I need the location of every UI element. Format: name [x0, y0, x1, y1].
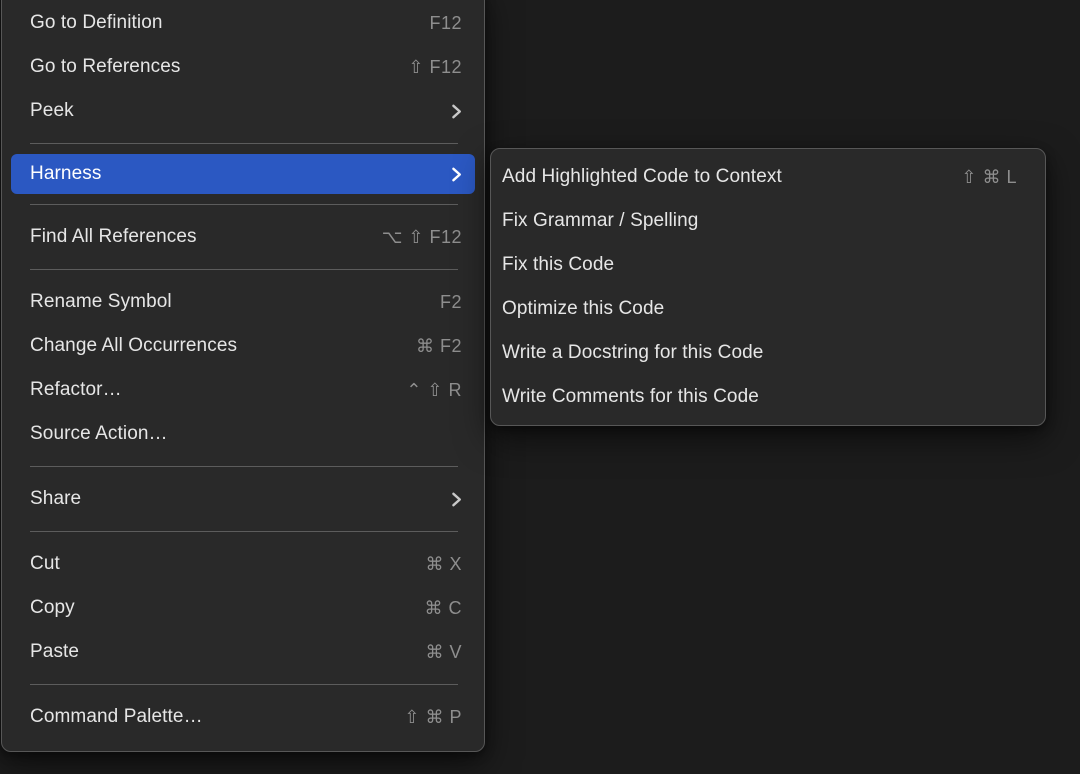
menu-separator	[30, 269, 458, 270]
menu-item-shortcut: ⌘ C	[425, 598, 463, 619]
menu-item-shortcut: ⇧ ⌘ P	[404, 707, 462, 728]
submenu-item-write-comments-for-this-code[interactable]: Write Comments for this Code	[491, 375, 1045, 419]
menu-item-change-all-occurrences[interactable]: Change All Occurrences ⌘ F2	[2, 324, 484, 368]
menu-item-label: Fix Grammar / Spelling	[502, 210, 1017, 232]
chevron-right-icon	[451, 491, 462, 508]
menu-item-label: Command Palette…	[30, 706, 390, 728]
menu-separator	[30, 531, 458, 532]
menu-item-label: Copy	[30, 597, 411, 619]
menu-item-peek[interactable]: Peek	[2, 89, 484, 133]
menu-separator	[30, 466, 458, 467]
submenu-item-fix-grammar-spelling[interactable]: Fix Grammar / Spelling	[491, 199, 1045, 243]
menu-separator	[30, 684, 458, 685]
submenu-item-optimize-this-code[interactable]: Optimize this Code	[491, 287, 1045, 331]
menu-item-label: Peek	[30, 100, 437, 122]
menu-item-source-action[interactable]: Source Action…	[2, 412, 484, 456]
context-menu: Go to Definition F12 Go to References ⇧ F12…	[1, 0, 485, 752]
menu-item-find-all-references[interactable]: Find All References ⌥ ⇧ F12	[2, 215, 484, 259]
menu-item-shortcut: ⇧ F12	[408, 57, 462, 78]
menu-item-label: Change All Occurrences	[30, 335, 402, 357]
menu-item-go-to-definition[interactable]: Go to Definition F12	[2, 1, 484, 45]
menu-item-label: Add Highlighted Code to Context	[502, 166, 947, 188]
menu-item-paste[interactable]: Paste ⌘ V	[2, 630, 484, 674]
menu-item-command-palette[interactable]: Command Palette… ⇧ ⌘ P	[2, 695, 484, 739]
menu-item-shortcut: ⌘ X	[425, 554, 462, 575]
menu-item-shortcut: ⌘ F2	[416, 336, 462, 357]
harness-submenu: Add Highlighted Code to Context ⇧ ⌘ L Fix …	[490, 148, 1046, 426]
menu-item-go-to-references[interactable]: Go to References ⇧ F12	[2, 45, 484, 89]
menu-item-label: Harness	[30, 163, 437, 185]
menu-item-shortcut: ⌥ ⇧ F12	[382, 227, 462, 248]
menu-item-label: Paste	[30, 641, 411, 663]
submenu-item-fix-this-code[interactable]: Fix this Code	[491, 243, 1045, 287]
menu-separator	[30, 143, 458, 144]
submenu-item-write-a-docstring-for-this-code[interactable]: Write a Docstring for this Code	[491, 331, 1045, 375]
menu-item-label: Optimize this Code	[502, 298, 1017, 320]
chevron-right-icon	[451, 103, 462, 120]
submenu-item-add-highlighted-code-to-context[interactable]: Add Highlighted Code to Context ⇧ ⌘ L	[491, 155, 1045, 199]
menu-item-label: Cut	[30, 553, 411, 575]
menu-item-harness[interactable]: Harness	[11, 154, 475, 194]
menu-item-label: Fix this Code	[502, 254, 1017, 276]
menu-item-label: Refactor…	[30, 379, 392, 401]
menu-item-label: Write Comments for this Code	[502, 386, 1017, 408]
menu-item-shortcut: ⇧ ⌘ L	[961, 167, 1017, 188]
menu-separator	[30, 204, 458, 205]
menu-item-share[interactable]: Share	[2, 477, 484, 521]
menu-item-cut[interactable]: Cut ⌘ X	[2, 542, 484, 586]
menu-item-shortcut: F12	[429, 13, 462, 34]
menu-item-shortcut: ⌘ V	[425, 642, 462, 663]
menu-item-shortcut: F2	[440, 292, 462, 313]
menu-item-label: Source Action…	[30, 423, 462, 445]
menu-item-refactor[interactable]: Refactor… ⌃ ⇧ R	[2, 368, 484, 412]
chevron-right-icon	[451, 166, 462, 183]
menu-item-copy[interactable]: Copy ⌘ C	[2, 586, 484, 630]
menu-item-rename-symbol[interactable]: Rename Symbol F2	[2, 280, 484, 324]
menu-item-label: Find All References	[30, 226, 368, 248]
menu-item-label: Share	[30, 488, 437, 510]
menu-item-shortcut: ⌃ ⇧ R	[406, 380, 462, 401]
menu-item-label: Go to Definition	[30, 12, 415, 34]
menu-item-label: Rename Symbol	[30, 291, 426, 313]
menu-item-label: Go to References	[30, 56, 394, 78]
menu-item-label: Write a Docstring for this Code	[502, 342, 1017, 364]
